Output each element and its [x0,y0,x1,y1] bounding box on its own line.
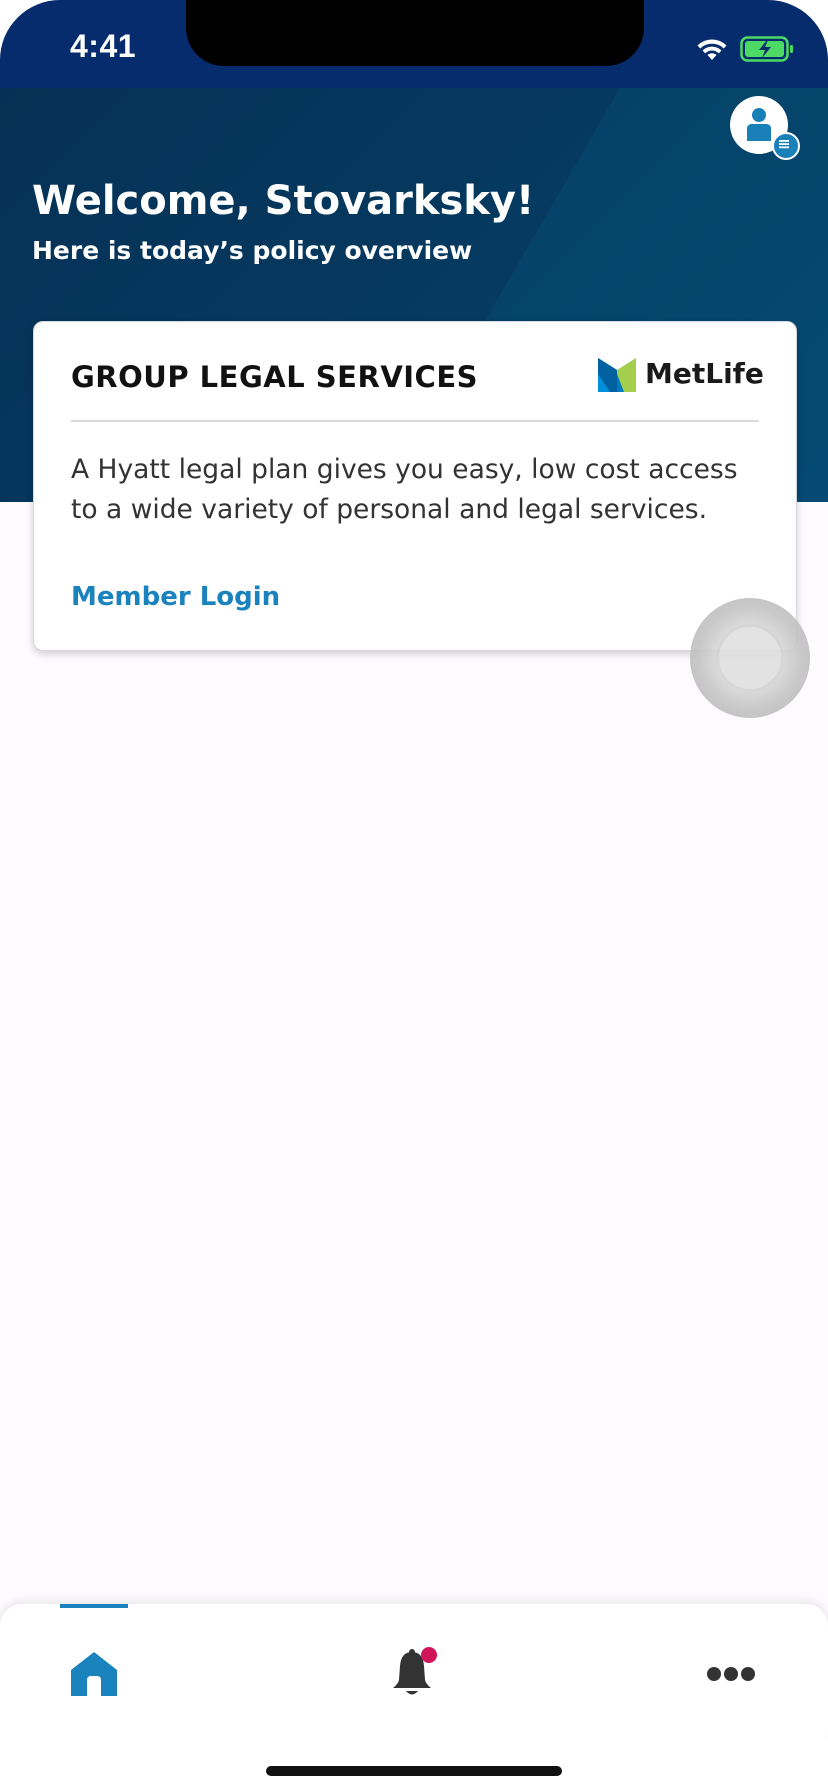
welcome-subtitle: Here is today’s policy overview [32,236,473,265]
welcome-title: Welcome, Stovarksky! [32,178,535,224]
member-login-link[interactable]: Member Login [71,582,280,612]
home-icon [71,1652,117,1696]
battery-charging-icon [740,36,793,62]
metlife-logo-text: MetLife [645,356,764,390]
metlife-logo: MetLife [598,354,764,392]
policy-card[interactable]: GROUP LEGAL SERVICES MetLife A Hyatt leg… [33,321,797,651]
card-divider [71,420,759,422]
touch-indicator-core [716,624,784,692]
status-bar: 4:41 [0,0,828,88]
notification-dot [421,1647,437,1663]
tab-home[interactable] [54,1634,134,1714]
app-screen: 4:41 Welcome, Stovarksky! Here is today’… [0,0,828,1792]
home-indicator[interactable] [266,1766,562,1776]
metlife-logo-icon [598,358,636,392]
policy-description: A Hyatt legal plan gives you easy, low c… [71,454,738,525]
active-tab-indicator [60,1604,128,1608]
tab-more[interactable] [691,1634,771,1714]
menu-badge-icon [772,132,800,160]
notch [186,0,644,66]
status-time: 4:41 [70,28,137,64]
wifi-icon [697,39,727,60]
more-icon [707,1667,755,1681]
touch-indicator [690,598,810,718]
policy-title: GROUP LEGAL SERVICES [71,360,479,394]
tab-bar [0,1604,828,1792]
tab-notifications[interactable] [372,1634,452,1714]
